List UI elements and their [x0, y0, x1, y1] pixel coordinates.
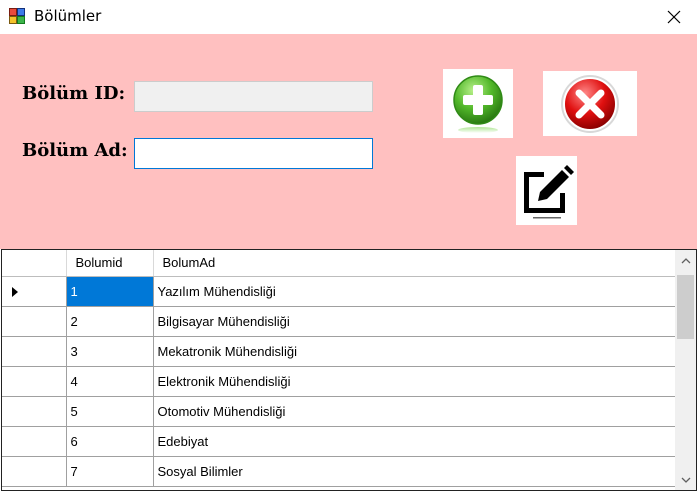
cell-bolumid[interactable]: 6 [66, 426, 154, 457]
cell-bolumid[interactable]: 2 [66, 306, 154, 337]
cell-bolumid[interactable]: 3 [66, 336, 154, 367]
row-header[interactable] [2, 426, 67, 457]
table-row[interactable]: 1 Yazılım Mühendisliği [2, 276, 676, 307]
close-button[interactable] [651, 0, 697, 34]
cell-bolumid[interactable]: 5 [66, 396, 154, 427]
row-header[interactable] [2, 366, 67, 397]
chevron-down-icon [681, 477, 690, 483]
table-row[interactable]: 3 Mekatronik Mühendisliği [2, 336, 676, 367]
cell-bolumid[interactable]: 4 [66, 366, 154, 397]
edit-button[interactable] [516, 156, 577, 225]
delete-button[interactable] [543, 71, 637, 136]
scroll-thumb[interactable] [677, 275, 694, 339]
current-row-arrow-icon [12, 286, 18, 297]
cell-bolumad[interactable]: Edebiyat [153, 426, 676, 457]
green-plus-icon [453, 74, 503, 133]
add-button[interactable] [443, 69, 513, 138]
column-header-bolumid[interactable]: Bolumid [66, 250, 154, 277]
cell-bolumad[interactable]: Elektronik Mühendisliği [153, 366, 676, 397]
column-header-bolumad[interactable]: BolumAd [153, 250, 676, 277]
table-row[interactable]: 2 Bilgisayar Mühendisliği [2, 306, 676, 337]
bolum-ad-label: Bölüm Ad: [22, 140, 128, 161]
table-row[interactable]: 5 Otomotiv Mühendisliği [2, 396, 676, 427]
data-grid[interactable]: Bolumid BolumAd 1 Yazılım Mühendisliği 2… [1, 249, 697, 491]
bolum-id-label: Bölüm ID: [22, 83, 126, 104]
form-panel: Bölüm ID: Bölüm Ad: [0, 34, 697, 249]
row-header[interactable] [2, 336, 67, 367]
title-bar: Bölümler [0, 0, 697, 34]
red-x-icon [561, 74, 619, 133]
chevron-up-icon [681, 257, 690, 263]
row-header[interactable] [2, 306, 67, 337]
table-row[interactable]: 6 Edebiyat [2, 426, 676, 457]
table-row[interactable]: 7 Sosyal Bilimler [2, 456, 676, 487]
grid-corner-header[interactable] [2, 250, 67, 277]
close-icon [667, 10, 681, 24]
row-header[interactable] [2, 396, 67, 427]
cell-bolumad[interactable]: Yazılım Mühendisliği [153, 276, 676, 307]
bolum-ad-input[interactable] [134, 138, 373, 169]
table-row[interactable]: 4 Elektronik Mühendisliği [2, 366, 676, 397]
bolum-id-input[interactable] [134, 81, 373, 112]
cell-bolumad[interactable]: Bilgisayar Mühendisliği [153, 306, 676, 337]
edit-pencil-icon [523, 164, 574, 218]
scroll-down-button[interactable] [675, 469, 696, 490]
row-header[interactable] [2, 456, 67, 487]
cell-bolumad[interactable]: Mekatronik Mühendisliği [153, 336, 676, 367]
window-title: Bölümler [34, 7, 102, 25]
cell-bolumad[interactable]: Sosyal Bilimler [153, 456, 676, 487]
windows-form-icon [9, 8, 25, 24]
vertical-scrollbar[interactable] [675, 250, 696, 490]
scroll-up-button[interactable] [675, 250, 696, 271]
grid-header-row: Bolumid BolumAd [2, 250, 676, 277]
cell-bolumid[interactable]: 1 [66, 276, 154, 307]
cell-bolumid[interactable]: 7 [66, 456, 154, 487]
cell-bolumad[interactable]: Otomotiv Mühendisliği [153, 396, 676, 427]
row-header[interactable] [2, 276, 67, 307]
